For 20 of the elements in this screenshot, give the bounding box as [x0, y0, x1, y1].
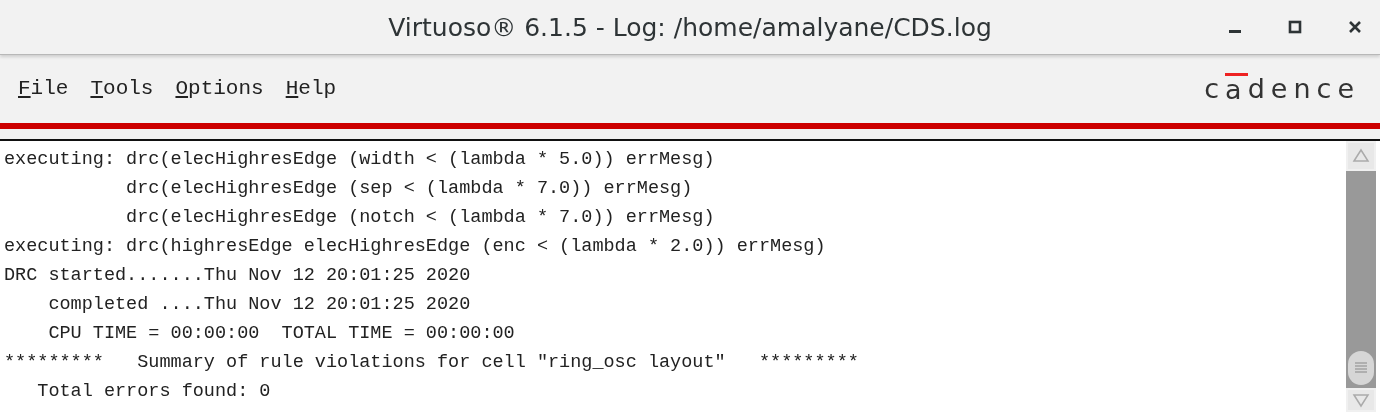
scrollbar[interactable] [1346, 141, 1376, 412]
menu-item[interactable]: Help [285, 76, 337, 100]
log-line: ********* Summary of rule violations for cell "ring_osc layout" ********* [4, 351, 860, 375]
log-line: completed ....Thu Nov 12 20:01:25 2020 [47, 293, 472, 317]
scroll-down-icon[interactable] [1348, 390, 1374, 410]
menu-item[interactable]: Options [175, 76, 264, 100]
log-line: DRC started.......Thu Nov 12 20:01:25 2020 [4, 264, 472, 288]
log-line: Total errors found: 0 [36, 380, 272, 404]
scroll-up-icon[interactable] [1348, 143, 1374, 169]
menu-item[interactable]: Tools [90, 76, 154, 100]
close-icon[interactable] [1348, 20, 1362, 34]
log-line: drc(elecHighresEdge (notch < (lambda * 7.0)) errMesg) [125, 206, 716, 230]
log-line: executing: drc(elecHighresEdge (width < (lambda * 5.0)) errMesg) [4, 148, 716, 172]
window-title: Virtuoso® 6.1.5 - Log: /home/amalyane/CDS.log [388, 12, 992, 42]
menu-item[interactable]: File [18, 76, 69, 100]
log-line: CPU TIME = 00:00:00 TOTAL TIME = 00:00:00 [47, 322, 516, 346]
log-line: executing: drc(highresEdge elecHighresEdge (enc < (lambda * 2.0)) errMesg) [4, 235, 827, 259]
log-line: drc(elecHighresEdge (sep < (lambda * 7.0)) errMesg) [125, 177, 694, 201]
maximize-icon[interactable] [1288, 20, 1302, 34]
scroll-thumb[interactable] [1348, 351, 1374, 385]
